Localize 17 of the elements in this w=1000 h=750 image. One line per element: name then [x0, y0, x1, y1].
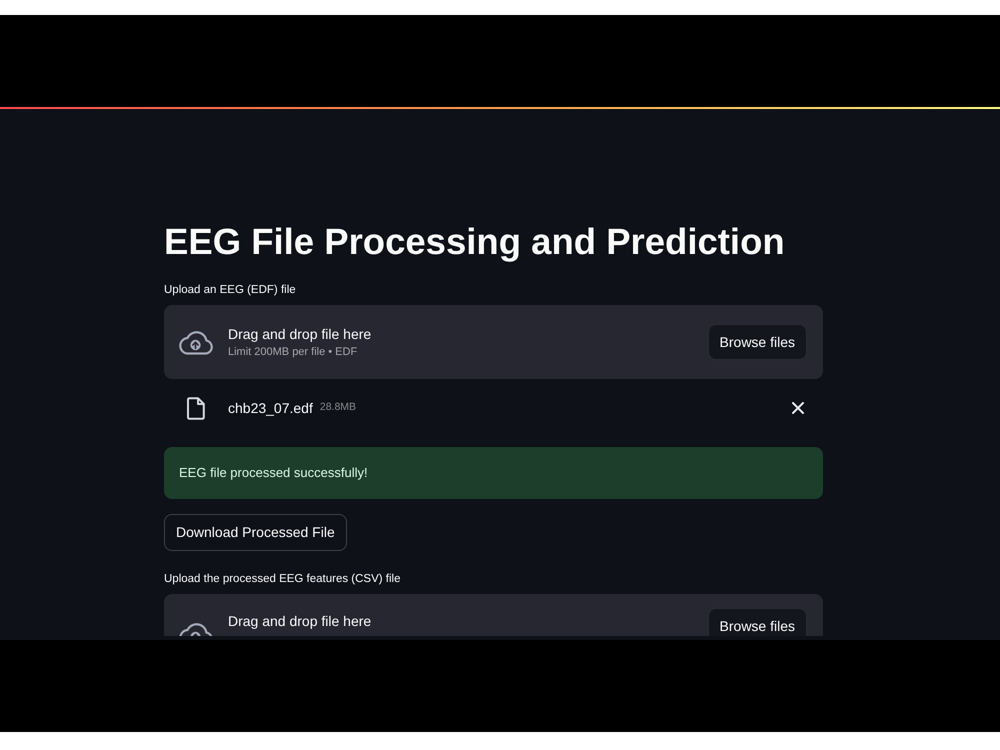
uploader-label: Upload the processed EEG features (CSV) file: [164, 572, 401, 587]
dropzone-instructions: Drag and drop file here: [228, 612, 372, 631]
file-name: chb23_07.edf: [228, 398, 313, 418]
close-icon[interactable]: [792, 402, 804, 414]
dropzone-instructions: Drag and drop file here: [228, 325, 372, 344]
success-alert: EEG file processed successfully!: [164, 447, 823, 499]
file-size: 28.8MB: [320, 400, 356, 416]
page-title: EEG File Processing and Prediction: [164, 222, 785, 262]
file-dropzone[interactable]: Drag and drop file here Browse files: [164, 594, 823, 636]
file-icon: [187, 396, 205, 420]
uploader-label: Upload an EEG (EDF) file: [164, 283, 296, 298]
browse-files-button[interactable]: Browse files: [708, 608, 807, 636]
file-limit-text: Limit 200MB per file • EDF: [228, 345, 358, 360]
browse-files-button[interactable]: Browse files: [708, 324, 807, 360]
file-dropzone[interactable]: Drag and drop file here Limit 200MB per file • EDF Browse files: [164, 305, 823, 379]
cloud-upload-icon: [178, 329, 213, 355]
download-button[interactable]: Download Processed File: [164, 514, 347, 551]
